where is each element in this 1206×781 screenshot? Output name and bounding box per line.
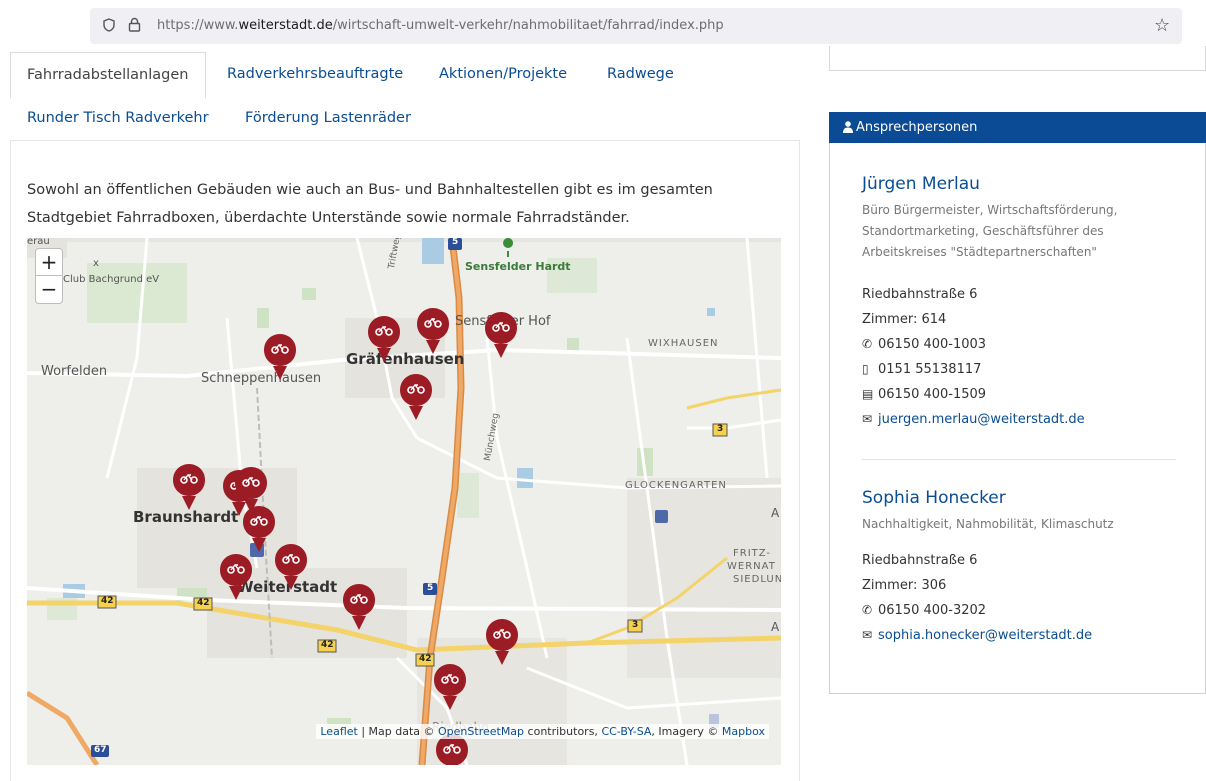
bike-parking-marker[interactable] bbox=[274, 543, 308, 591]
phone-icon: ✆ bbox=[862, 603, 873, 617]
zoom-in-button[interactable]: + bbox=[35, 248, 63, 276]
intro-text: Sowohl an öffentlichen Gebäuden wie auch… bbox=[27, 182, 713, 226]
bookmark-star-icon[interactable]: ☆ bbox=[1154, 15, 1170, 36]
contact-phone[interactable]: 06150 400-3202 bbox=[878, 603, 986, 618]
contact-mobile[interactable]: 0151 55138117 bbox=[878, 362, 981, 377]
contact-room: Zimmer: 306 bbox=[862, 578, 947, 593]
bike-parking-marker[interactable] bbox=[416, 307, 450, 355]
contact-divider bbox=[862, 459, 1176, 460]
contact-fax-row: ▤ 06150 400-1509 bbox=[862, 387, 986, 402]
bike-parking-marker[interactable] bbox=[219, 553, 253, 601]
contact-role: Büro Bürgermeister, Wirtschaftsförderung… bbox=[862, 200, 1117, 263]
tab-foerderung-lastenraeder[interactable]: Förderung Lastenräder bbox=[245, 110, 411, 126]
contact-phone-row: ✆ 06150 400-3202 bbox=[862, 603, 986, 618]
bike-parking-marker[interactable] bbox=[242, 505, 276, 553]
contact-email-link[interactable]: sophia.honecker@weiterstadt.de bbox=[878, 628, 1092, 643]
contact-role-line: Büro Bürgermeister, Wirtschaftsförderung… bbox=[862, 203, 1118, 217]
map-attribution: Leaflet | Map data © OpenStreetMap contr… bbox=[316, 724, 769, 739]
envelope-icon: ✉ bbox=[862, 628, 873, 642]
bike-parking-map[interactable]: Sensfelder Hardt Sensfelder Hof Gräfenha… bbox=[27, 238, 781, 765]
url-domain: weiterstadt.de bbox=[238, 18, 333, 33]
tab-radverkehrsbeauftragte[interactable]: Radverkehrsbeauftragte bbox=[227, 66, 403, 82]
contact-role-line: Arbeitskreises "Städtepartnerschaften" bbox=[862, 245, 1097, 259]
bike-parking-marker[interactable] bbox=[367, 315, 401, 363]
contact-card-title: Ansprechpersonen bbox=[856, 120, 978, 135]
license-link[interactable]: CC-BY-SA bbox=[601, 725, 651, 738]
tab-aktionen-projekte[interactable]: Aktionen/Projekte bbox=[439, 66, 567, 82]
contact-street: Riedbahnstraße 6 bbox=[862, 553, 978, 568]
attribution-text: , Imagery © bbox=[651, 725, 722, 738]
url-path: /wirtschaft-umwelt-verkehr/nahmobilitaet… bbox=[332, 18, 724, 33]
url-text[interactable]: https://www.weiterstadt.de/wirtschaft-um… bbox=[157, 18, 724, 33]
url-prefix: https://www. bbox=[157, 18, 239, 33]
phone-icon: ✆ bbox=[862, 337, 873, 351]
contact-street: Riedbahnstraße 6 bbox=[862, 287, 978, 302]
bike-parking-marker[interactable] bbox=[263, 333, 297, 381]
contact-name: Jürgen Merlau bbox=[862, 174, 980, 194]
tab-label: Fahrradabstellanlagen bbox=[27, 67, 189, 83]
mapbox-link[interactable]: Mapbox bbox=[722, 725, 765, 738]
contact-card-header: Ansprechpersonen bbox=[829, 112, 1206, 143]
leaflet-link[interactable]: Leaflet bbox=[320, 725, 357, 738]
user-icon bbox=[843, 121, 853, 133]
contact-role-line: Standortmarketing, Geschäftsführer des bbox=[862, 224, 1104, 238]
contact-fax: 06150 400-1509 bbox=[878, 387, 987, 402]
mobile-phone-icon: ▯ bbox=[862, 362, 869, 376]
sidebar-top-box bbox=[829, 46, 1206, 71]
contact-role: Nachhaltigkeit, Nahmobilität, Klimaschut… bbox=[862, 514, 1114, 535]
contact-name: Sophia Honecker bbox=[862, 488, 1006, 508]
contact-email-link[interactable]: juergen.merlau@weiterstadt.de bbox=[878, 412, 1085, 427]
bike-parking-marker[interactable] bbox=[433, 663, 467, 711]
attribution-text: contributors, bbox=[524, 725, 602, 738]
bike-parking-marker[interactable] bbox=[399, 373, 433, 421]
contact-email-row: ✉ juergen.merlau@weiterstadt.de bbox=[862, 412, 1085, 427]
lock-icon[interactable] bbox=[128, 17, 141, 32]
tab-radwege[interactable]: Radwege bbox=[607, 66, 674, 82]
shield-icon[interactable] bbox=[103, 18, 115, 32]
map-markers bbox=[172, 307, 519, 765]
tab-fahrradabstellanlagen[interactable]: Fahrradabstellanlagen bbox=[10, 52, 206, 98]
tab-runder-tisch-radverkehr[interactable]: Runder Tisch Radverkehr bbox=[27, 110, 209, 126]
attribution-text: | Map data © bbox=[357, 725, 439, 738]
envelope-icon: ✉ bbox=[862, 412, 873, 426]
fax-icon: ▤ bbox=[862, 387, 874, 401]
bike-parking-marker[interactable] bbox=[484, 311, 518, 359]
bike-parking-marker[interactable] bbox=[485, 618, 519, 666]
bike-parking-marker[interactable] bbox=[172, 463, 206, 511]
zoom-out-button[interactable]: − bbox=[35, 276, 63, 304]
contact-room: Zimmer: 614 bbox=[862, 312, 947, 327]
contact-role-line: Nachhaltigkeit, Nahmobilität, Klimaschut… bbox=[862, 517, 1114, 531]
bike-parking-marker[interactable] bbox=[342, 583, 376, 631]
osm-link[interactable]: OpenStreetMap bbox=[438, 725, 524, 738]
contact-phone-row: ✆ 06150 400-1003 bbox=[862, 337, 986, 352]
contact-email-row: ✉ sophia.honecker@weiterstadt.de bbox=[862, 628, 1092, 643]
contact-mobile-row: ▯ 0151 55138117 bbox=[862, 362, 981, 377]
contact-phone[interactable]: 06150 400-1003 bbox=[878, 337, 986, 352]
